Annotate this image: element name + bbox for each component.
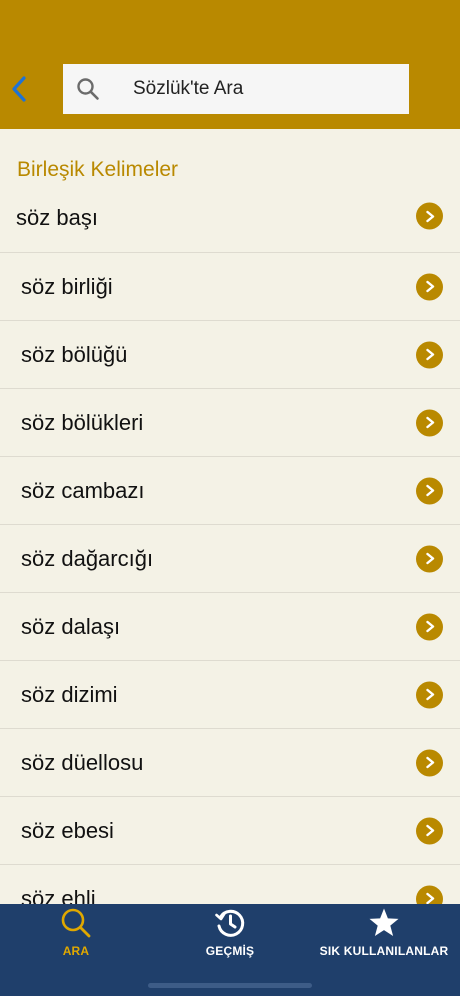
search-icon: [75, 76, 101, 102]
play-arrow-icon[interactable]: [416, 681, 443, 708]
list-item[interactable]: söz dizimi: [0, 661, 460, 729]
history-icon: [214, 907, 246, 939]
search-icon: [60, 907, 92, 939]
tab-label: ARA: [62, 944, 90, 958]
play-arrow-icon[interactable]: [416, 749, 443, 776]
play-arrow-icon[interactable]: [416, 613, 443, 640]
list-item-label: söz cambazı: [21, 477, 145, 503]
list-item-label: söz başı: [16, 205, 98, 230]
tab-history[interactable]: GEÇMİŞ: [196, 904, 264, 974]
list-item-label: söz düellosu: [21, 749, 144, 775]
search-placeholder: Sözlük'te Ara: [133, 78, 244, 99]
play-arrow-icon[interactable]: [416, 273, 443, 300]
play-arrow-icon[interactable]: [416, 817, 443, 844]
list-item[interactable]: söz ebesi: [0, 797, 460, 865]
play-arrow-icon[interactable]: [416, 202, 443, 230]
list-item-label: söz ehli: [21, 885, 96, 905]
list-item[interactable]: söz dalaşı: [0, 593, 460, 661]
list-item[interactable]: söz cambazı: [0, 457, 460, 525]
back-button[interactable]: [6, 74, 32, 104]
list-item[interactable]: söz bölükleri: [0, 389, 460, 457]
search-input[interactable]: Sözlük'te Ara: [63, 64, 409, 114]
list-item-label: söz dağarcığı: [21, 545, 154, 571]
list-item[interactable]: söz başı: [0, 186, 460, 253]
star-icon: [368, 907, 400, 939]
list-item-label: söz bölüğü: [21, 341, 128, 367]
tab-favorites[interactable]: SIK KULLANILANLAR: [315, 904, 453, 974]
tab-label: GEÇMİŞ: [205, 944, 255, 958]
list-item-label: söz dizimi: [21, 681, 118, 707]
list-item[interactable]: söz dağarcığı: [0, 525, 460, 593]
list-item-label: söz ebesi: [21, 817, 114, 843]
chevron-left-icon: [12, 76, 26, 102]
app-header: Sözlük'te Ara: [0, 0, 460, 129]
play-arrow-icon[interactable]: [416, 545, 443, 572]
play-arrow-icon[interactable]: [416, 341, 443, 368]
tab-search[interactable]: ARA: [46, 904, 106, 974]
list-item-label: söz birliği: [21, 273, 113, 299]
home-indicator: [148, 983, 312, 988]
word-list: söz başı söz birliği söz bölüğü söz bölü…: [0, 186, 460, 904]
list-item[interactable]: söz ehli: [0, 865, 460, 904]
play-arrow-icon[interactable]: [416, 409, 443, 436]
section-title: Birleşik Kelimeler: [17, 158, 179, 181]
tab-label: SIK KULLANILANLAR: [319, 944, 449, 958]
list-item-label: söz bölükleri: [21, 409, 144, 435]
play-arrow-icon[interactable]: [416, 885, 443, 904]
list-item[interactable]: söz düellosu: [0, 729, 460, 797]
play-arrow-icon[interactable]: [416, 477, 443, 504]
list-item[interactable]: söz birliği: [0, 253, 460, 321]
list-item-label: söz dalaşı: [21, 613, 121, 639]
list-item[interactable]: söz bölüğü: [0, 321, 460, 389]
